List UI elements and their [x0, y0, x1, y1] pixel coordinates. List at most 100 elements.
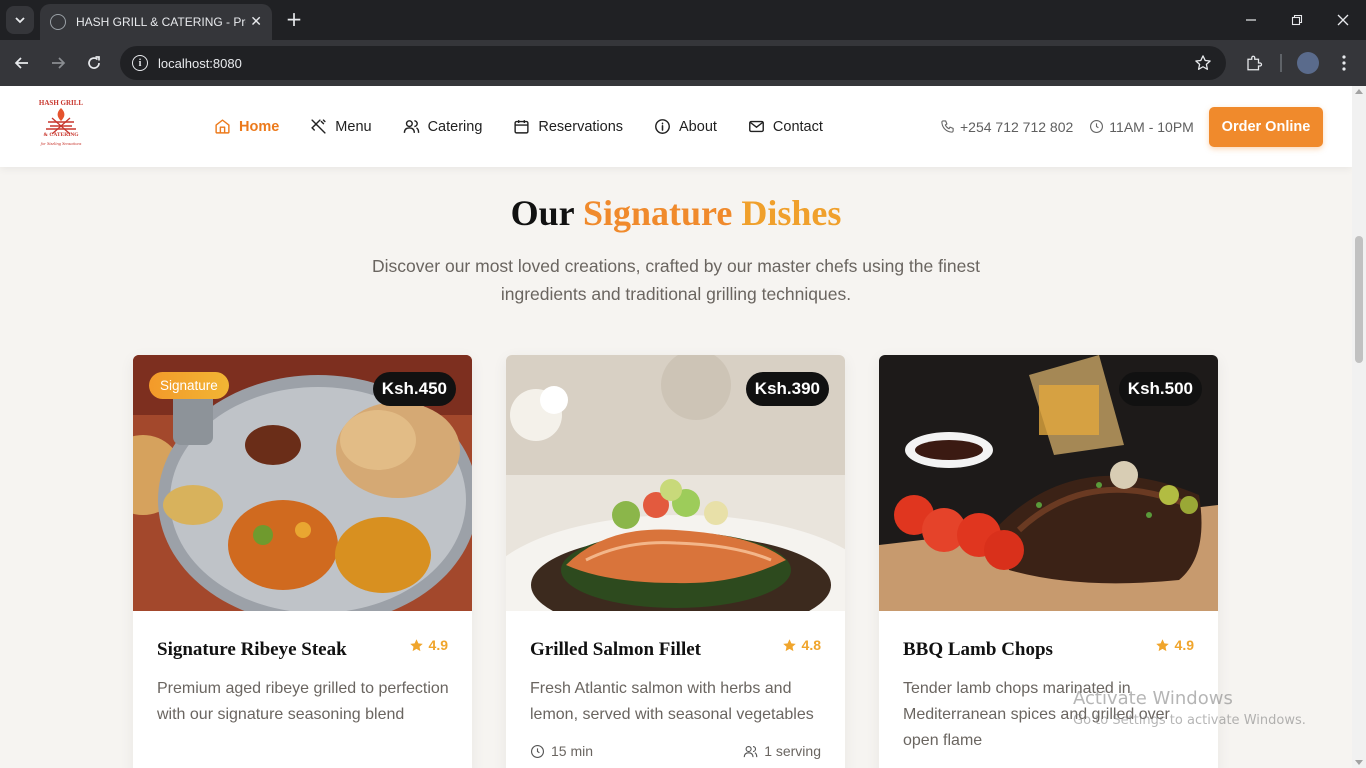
dish-description: Fresh Atlantic salmon with herbs and lem…	[530, 680, 814, 723]
avatar	[1297, 52, 1319, 74]
address-bar[interactable]: i localhost:8080	[120, 46, 1226, 80]
minimize-icon	[1246, 19, 1256, 21]
phone-icon	[941, 120, 954, 133]
minimize-button[interactable]	[1228, 0, 1274, 40]
new-tab-button[interactable]: +	[282, 8, 306, 32]
dish-name: BBQ Lamb Chops	[903, 639, 1053, 660]
contact-info: +254 712 712 802 11AM - 10PM	[940, 86, 1210, 167]
browser-tab[interactable]: HASH GRILL & CATERING - Pre ✕	[40, 4, 272, 40]
nav-item-catering[interactable]: Catering	[403, 118, 483, 135]
section-subtitle: Discover our most loved creations, craft…	[372, 256, 980, 304]
scroll-down-icon[interactable]	[1355, 760, 1363, 765]
home-icon	[215, 119, 230, 134]
bookmark-star-icon[interactable]	[1194, 54, 1212, 72]
title-word-3: Dishes	[741, 193, 842, 233]
tab-title: HASH GRILL & CATERING - Pre	[76, 15, 246, 29]
url-text: localhost:8080	[158, 55, 242, 71]
scroll-up-icon[interactable]	[1355, 89, 1363, 94]
close-icon	[1337, 14, 1349, 26]
windows-activation-watermark: Activate Windows Go to Settings to activ…	[1073, 688, 1306, 728]
dish-card[interactable]: Ksh.390 Grilled Salmon Fillet 4.8 Fresh …	[506, 355, 845, 768]
rating: 4.9	[1155, 637, 1194, 653]
logo-text-line1: HASH GRILL	[39, 99, 83, 107]
nav-label: About	[679, 118, 717, 135]
nav-item-home[interactable]: Home	[214, 118, 279, 135]
serving-value: 1 serving	[764, 743, 821, 759]
star-icon	[782, 638, 796, 651]
order-online-button[interactable]: Order Online	[1209, 107, 1323, 147]
title-word-2: Signature	[582, 193, 733, 233]
reload-button[interactable]	[80, 49, 108, 77]
page-scrollbar[interactable]	[1352, 86, 1366, 768]
price-badge: Ksh.450	[372, 372, 456, 406]
toolbar-divider	[1280, 54, 1282, 72]
rating: 4.9	[409, 637, 448, 653]
rating: 4.8	[782, 637, 821, 653]
logo-text-line2: & CATERING	[43, 132, 79, 138]
users-icon	[743, 745, 758, 757]
clock-icon	[531, 744, 544, 758]
nav-item-reservations[interactable]: Reservations	[513, 118, 623, 135]
nav-item-about[interactable]: About	[654, 118, 717, 135]
page-viewport: HASH GRILL & CATERING for Sizzling Sensa…	[0, 86, 1366, 768]
title-word-1: Our	[510, 193, 574, 233]
nav-label: Home	[239, 118, 280, 135]
phone-info[interactable]: +254 712 712 802	[940, 119, 1073, 135]
dish-description: Premium aged ribeye grilled to perfectio…	[157, 680, 449, 723]
scroll-thumb[interactable]	[1355, 236, 1363, 363]
star-icon	[409, 638, 423, 651]
users-icon	[403, 120, 419, 133]
logo[interactable]: HASH GRILL & CATERING for Sizzling Sensa…	[30, 96, 92, 152]
site-info-icon[interactable]: i	[132, 55, 148, 71]
globe-icon	[50, 14, 66, 30]
hours-info: 11AM - 10PM	[1089, 119, 1194, 135]
logo-text-line3: for Sizzling Sensations	[41, 141, 82, 146]
restore-button[interactable]	[1274, 0, 1320, 40]
nav-item-contact[interactable]: Contact	[748, 118, 823, 135]
dish-name: Signature Ribeye Steak	[157, 639, 347, 660]
info-icon	[655, 119, 670, 134]
browser-menu-button[interactable]	[1332, 51, 1356, 75]
forward-button[interactable]	[44, 49, 72, 77]
dish-image: Ksh.500	[879, 355, 1218, 611]
arrow-left-icon	[14, 57, 28, 69]
main-nav: Home Menu Catering Reservations About Co…	[214, 86, 854, 167]
restore-icon	[1291, 14, 1303, 26]
close-window-button[interactable]	[1320, 0, 1366, 40]
arrow-right-icon	[52, 57, 66, 69]
extensions-button[interactable]	[1242, 51, 1266, 75]
rating-value: 4.8	[801, 637, 821, 653]
utensils-icon	[311, 119, 326, 134]
rating-value: 4.9	[1174, 637, 1194, 653]
prep-time: 15 min	[530, 743, 593, 759]
watermark-line1: Activate Windows	[1073, 688, 1233, 709]
phone-number: +254 712 712 802	[960, 118, 1074, 135]
calendar-icon	[514, 120, 529, 134]
opening-hours: 11AM - 10PM	[1109, 118, 1194, 135]
watermark-line2: Go to Settings to activate Windows.	[1073, 713, 1306, 728]
dish-name: Grilled Salmon Fillet	[530, 639, 701, 660]
nav-label: Menu	[335, 118, 372, 135]
profile-button[interactable]	[1296, 51, 1320, 75]
rating-value: 4.9	[428, 637, 448, 653]
site-header: HASH GRILL & CATERING for Sizzling Sensa…	[0, 86, 1352, 167]
tab-search-button[interactable]	[6, 6, 34, 34]
browser-toolbar: i localhost:8080	[0, 40, 1366, 86]
dish-image: Ksh.390	[506, 355, 845, 611]
back-button[interactable]	[8, 49, 36, 77]
dish-image: Signature Ksh.450	[133, 355, 472, 611]
nav-label: Reservations	[538, 118, 624, 135]
more-vertical-icon	[1342, 55, 1346, 71]
clock-icon	[1090, 120, 1104, 133]
dish-card[interactable]: Signature Ksh.450 Signature Ribeye Steak…	[133, 355, 472, 768]
prep-time-value: 15 min	[551, 743, 594, 759]
tag-badge: Signature	[149, 372, 229, 399]
reload-icon	[88, 56, 100, 69]
close-icon[interactable]: ✕	[250, 14, 262, 30]
nav-label: Catering	[427, 118, 483, 135]
nav-item-menu[interactable]: Menu	[310, 118, 372, 135]
chevron-down-icon	[15, 17, 25, 24]
star-icon	[1155, 638, 1169, 651]
price-badge: Ksh.500	[1118, 372, 1202, 406]
serving-size: 1 serving	[743, 743, 821, 759]
